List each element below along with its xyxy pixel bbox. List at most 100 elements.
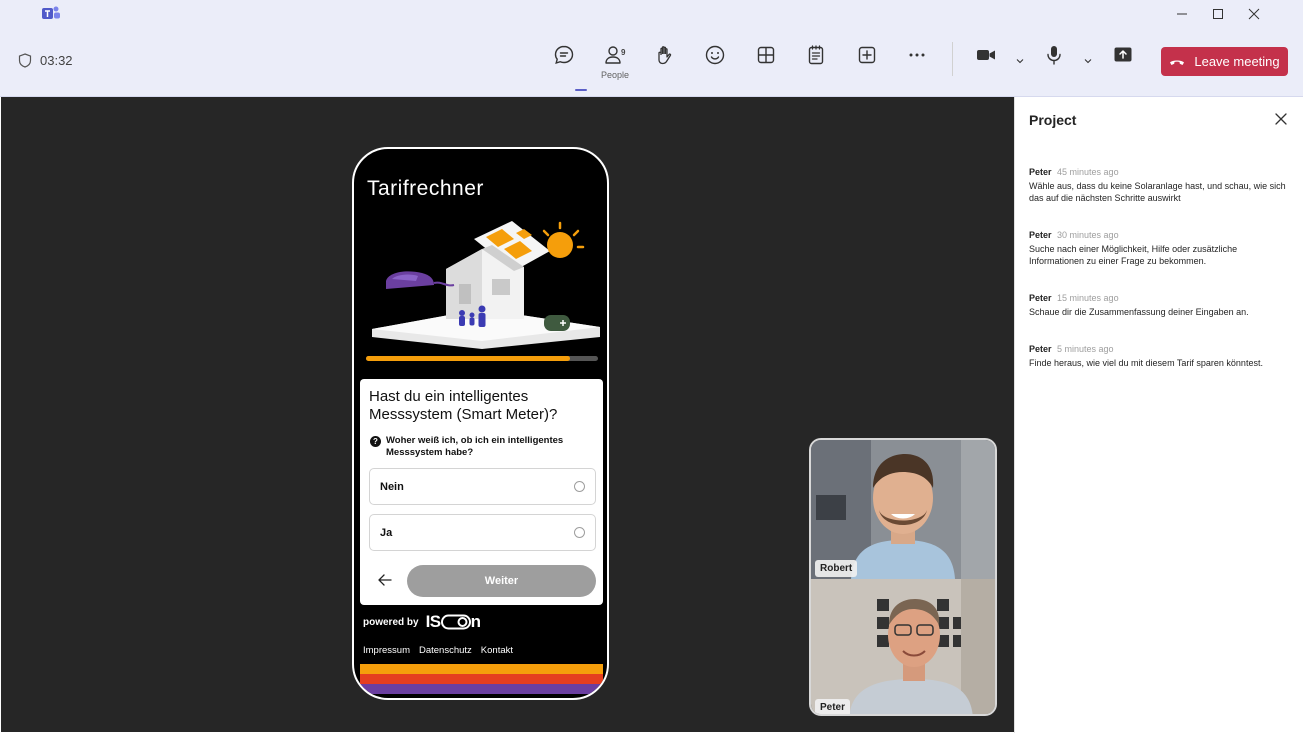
question-mark-icon: ?	[370, 436, 381, 447]
radio-button[interactable]	[574, 527, 585, 538]
close-panel-icon[interactable]	[1273, 111, 1289, 127]
powered-by: powered by IS n	[363, 612, 481, 632]
message-time: 30 minutes ago	[1057, 230, 1119, 240]
help-hint-link[interactable]: ? Woher weiß ich, ob ich ein intelligent…	[370, 435, 603, 459]
grid-view-icon	[757, 46, 775, 64]
progress-bar	[366, 356, 598, 361]
microphone-icon	[1047, 46, 1061, 65]
message-header: Peter 5 minutes ago	[1029, 344, 1289, 354]
message-author: Peter	[1029, 230, 1052, 240]
progress-fill	[366, 356, 571, 361]
participant-videos: Robert Peter	[809, 438, 997, 716]
people-count: 9	[621, 48, 626, 57]
video-tile-peter[interactable]: Peter	[811, 579, 995, 714]
back-arrow-icon[interactable]	[377, 572, 393, 588]
message-author: Peter	[1029, 293, 1052, 303]
raise-hand-button[interactable]	[645, 40, 685, 70]
apps-button[interactable]	[847, 40, 887, 70]
chat-button[interactable]	[544, 40, 584, 70]
smiley-icon	[705, 45, 725, 65]
option-nein[interactable]: Nein	[369, 468, 596, 505]
close-icon	[1248, 8, 1260, 20]
next-button[interactable]: Weiter	[407, 565, 596, 597]
toggle-logo-icon	[440, 614, 471, 630]
message-header: Peter 30 minutes ago	[1029, 230, 1289, 240]
message-item: Peter 15 minutes ago Schaue dir die Zusa…	[1029, 293, 1289, 318]
footer-link-datenschutz[interactable]: Datenschutz	[419, 645, 472, 656]
brand-suffix: n	[470, 612, 481, 631]
chevron-down-icon	[1084, 59, 1092, 64]
more-icon	[909, 53, 925, 57]
shield-icon	[18, 53, 32, 68]
footer-link-impressum[interactable]: Impressum	[363, 645, 410, 656]
app-title: Tarifrechner	[367, 177, 484, 200]
microphone-options-dropdown[interactable]	[1082, 56, 1094, 66]
reactions-button[interactable]	[695, 40, 735, 70]
meeting-stage: Tarifrechner Hast du ein intelligentes M…	[1, 97, 1014, 732]
message-text: Finde heraus, wie viel du mit diesem Tar…	[1029, 358, 1263, 368]
microphone-button[interactable]	[1034, 40, 1074, 70]
help-hint-text: Woher weiß ich, ob ich ein intelligentes…	[386, 435, 564, 458]
stripe-red	[360, 674, 603, 684]
chat-icon	[554, 45, 574, 65]
maximize-button[interactable]	[1203, 3, 1233, 25]
teams-logo-icon	[42, 6, 60, 19]
shared-app-phone: Tarifrechner Hast du ein intelligentes M…	[352, 147, 609, 700]
message-time: 15 minutes ago	[1057, 293, 1119, 303]
minimize-icon	[1177, 13, 1187, 15]
participant-video	[811, 579, 995, 714]
people-label: People	[600, 70, 630, 80]
close-window-button[interactable]	[1239, 3, 1269, 25]
share-screen-icon	[1114, 47, 1132, 62]
message-text: Schaue dir die Zusammenfassung deiner Ei…	[1029, 307, 1249, 317]
stripe-orange	[360, 664, 603, 674]
people-button[interactable]	[594, 40, 634, 70]
house-illustration	[372, 221, 600, 349]
chevron-down-icon	[1016, 59, 1024, 64]
powered-by-text: powered by	[363, 616, 419, 628]
message-text: Wähle aus, dass du keine Solaranlage has…	[1029, 181, 1286, 203]
camera-button[interactable]	[966, 40, 1006, 70]
question-title: Hast du ein intelligentes Messsystem (Sm…	[369, 388, 558, 423]
message-time: 45 minutes ago	[1057, 167, 1119, 177]
timer-text: 03:32	[40, 53, 73, 68]
footer-link-kontakt[interactable]: Kontakt	[481, 645, 513, 656]
brand-prefix: IS	[425, 612, 442, 631]
hang-up-icon	[1170, 59, 1185, 65]
leave-meeting-button[interactable]: Leave meeting	[1161, 47, 1288, 76]
project-panel: Project Peter 45 minutes ago Wähle aus, …	[1014, 97, 1303, 733]
footer-links: Impressum Datenschutz Kontakt	[363, 645, 513, 656]
message-header: Peter 45 minutes ago	[1029, 167, 1289, 177]
option-label: Nein	[380, 480, 404, 493]
decorative-stripes	[360, 664, 603, 698]
participant-name: Robert	[815, 560, 858, 577]
message-item: Peter 45 minutes ago Wähle aus, dass du …	[1029, 167, 1289, 204]
message-text: Suche nach einer Möglichkeit, Hilfe oder…	[1029, 244, 1238, 266]
active-tab-indicator	[575, 89, 587, 91]
message-author: Peter	[1029, 167, 1052, 177]
minimize-button[interactable]	[1167, 3, 1197, 25]
message-author: Peter	[1029, 344, 1052, 354]
panel-title: Project	[1029, 112, 1077, 128]
video-tile-robert[interactable]: Robert	[811, 440, 995, 579]
brand-logo[interactable]: IS n	[426, 612, 481, 632]
option-label: Ja	[380, 526, 393, 539]
toolbar-divider	[952, 42, 953, 76]
notes-button[interactable]	[796, 40, 836, 70]
participant-name: Peter	[815, 699, 851, 714]
more-button[interactable]	[897, 40, 937, 70]
message-item: Peter 30 minutes ago Suche nach einer Mö…	[1029, 230, 1289, 267]
leave-meeting-label: Leave meeting	[1194, 54, 1280, 69]
camera-options-dropdown[interactable]	[1014, 56, 1026, 66]
meeting-toolbar: 03:32 9 People Leave meeting	[0, 0, 1303, 97]
camera-icon	[977, 50, 995, 60]
message-item: Peter 5 minutes ago Finde heraus, wie vi…	[1029, 344, 1289, 369]
view-button[interactable]	[746, 40, 786, 70]
share-button[interactable]	[1103, 40, 1143, 70]
maximize-icon	[1213, 9, 1223, 19]
meeting-timer: 03:32	[18, 53, 73, 68]
option-ja[interactable]: Ja	[369, 514, 596, 551]
add-app-icon	[858, 46, 876, 64]
message-header: Peter 15 minutes ago	[1029, 293, 1289, 303]
radio-button[interactable]	[574, 481, 585, 492]
